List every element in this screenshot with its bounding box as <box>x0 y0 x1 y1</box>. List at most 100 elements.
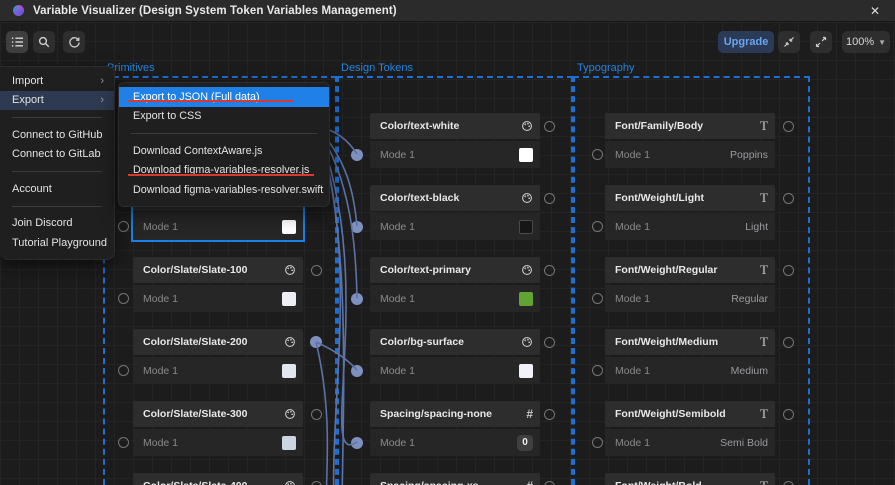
menu-item-download-figma-variables-resolver-swift[interactable]: Download figma-variables-resolver.swift <box>119 180 329 200</box>
caret-down-icon: ▼ <box>878 37 887 47</box>
mode-label: Mode 1 <box>143 436 179 449</box>
input-port[interactable] <box>351 148 363 161</box>
menu-item-join-discord[interactable]: Join Discord <box>0 214 114 234</box>
variable-card[interactable]: Font/Weight/Medium T Mode 1 Medium <box>605 329 775 384</box>
input-port[interactable] <box>591 221 603 232</box>
variable-card[interactable]: Font/Weight/Semibold T Mode 1 Semi Bold <box>605 401 775 456</box>
output-port[interactable] <box>310 408 322 420</box>
variable-card[interactable]: Color/Slate/Slate-100 Mode 1 <box>133 257 303 312</box>
output-port[interactable] <box>310 264 322 276</box>
color-swatch[interactable] <box>519 219 533 234</box>
search-button[interactable] <box>33 31 55 53</box>
card-header: Color/text-primary <box>370 257 540 283</box>
value-text: Semi Bold <box>720 436 768 449</box>
variable-card[interactable]: Color/Slate/Slate-400Mode 1 <box>133 473 303 485</box>
output-port[interactable] <box>782 192 794 204</box>
card-title: Color/Slate/Slate-100 <box>143 264 248 276</box>
menu-item-download-contextaware-js[interactable]: Download ContextAware.js <box>119 141 329 161</box>
output-port[interactable] <box>543 192 555 204</box>
variable-card[interactable]: Font/Weight/Light T Mode 1 Light <box>605 185 775 240</box>
mode-row: Mode 1 Poppins <box>605 141 775 168</box>
output-port[interactable] <box>310 336 322 348</box>
output-port[interactable] <box>782 264 794 276</box>
sync-button[interactable] <box>63 31 85 53</box>
input-port[interactable] <box>591 437 603 448</box>
menu-item-export[interactable]: Export › <box>0 90 114 110</box>
output-port[interactable] <box>543 336 555 348</box>
color-swatch[interactable] <box>282 435 296 450</box>
variable-card[interactable]: Font/Weight/BoldTMode 1 <box>605 473 775 485</box>
close-icon[interactable]: ✕ <box>867 3 883 19</box>
number-value-badge[interactable]: 0 <box>517 434 533 451</box>
card-title: Spacing/spacing-none <box>380 408 493 420</box>
input-port[interactable] <box>351 436 363 449</box>
output-port[interactable] <box>543 480 555 485</box>
text-type-icon: T <box>760 118 768 133</box>
output-port[interactable] <box>543 408 555 420</box>
variable-card[interactable]: Color/text-primary Mode 1 <box>370 257 540 312</box>
upgrade-button[interactable]: Upgrade <box>718 31 774 53</box>
zoom-to-fit-button[interactable] <box>778 31 800 53</box>
input-port[interactable] <box>117 221 129 232</box>
variable-card[interactable]: Spacing/spacing-xs#Mode 1 <box>370 473 540 485</box>
menu-button[interactable] <box>6 31 28 53</box>
mode-label: Mode 1 <box>380 148 416 161</box>
card-header: Font/Weight/Light T <box>605 185 775 211</box>
menu-item-tutorial-playground[interactable]: Tutorial Playground <box>0 233 114 253</box>
expand-icon <box>815 36 827 48</box>
palette-icon <box>284 264 296 276</box>
input-port[interactable] <box>351 292 363 305</box>
menu-item-export-to-css[interactable]: Export to CSS <box>119 107 329 127</box>
input-port[interactable] <box>591 293 603 304</box>
output-port[interactable] <box>782 480 794 485</box>
zoom-level-dropdown[interactable]: 100% ▼ <box>842 31 890 53</box>
menu-item-label: Connect to GitHub <box>12 128 103 141</box>
output-port[interactable] <box>782 120 794 132</box>
menu-item-connect-to-github[interactable]: Connect to GitHub <box>0 125 114 145</box>
output-port[interactable] <box>782 336 794 348</box>
menu-item-connect-to-gitlab[interactable]: Connect to GitLab <box>0 145 114 165</box>
output-port[interactable] <box>543 264 555 276</box>
card-title: Font/Family/Body <box>615 120 704 132</box>
color-swatch[interactable] <box>519 363 533 378</box>
color-swatch[interactable] <box>519 147 533 162</box>
output-port[interactable] <box>310 480 322 485</box>
input-port[interactable] <box>117 293 129 304</box>
card-header: Font/Weight/Bold T <box>605 473 775 485</box>
palette-icon <box>284 480 296 485</box>
card-header: Font/Weight/Regular T <box>605 257 775 283</box>
expand-button[interactable] <box>810 31 832 53</box>
input-port[interactable] <box>117 437 129 448</box>
input-port[interactable] <box>591 365 603 376</box>
output-port[interactable] <box>782 408 794 420</box>
color-swatch[interactable] <box>282 363 296 378</box>
upgrade-label: Upgrade <box>723 36 769 48</box>
variable-card[interactable]: Color/Slate/Slate-300 Mode 1 <box>133 401 303 456</box>
menu-item-label: Export to CSS <box>133 110 202 123</box>
variable-card[interactable]: Color/text-white Mode 1 <box>370 113 540 168</box>
menu-item-account[interactable]: Account <box>0 179 114 199</box>
variable-card[interactable]: Font/Weight/Regular T Mode 1 Regular <box>605 257 775 312</box>
input-port[interactable] <box>117 365 129 376</box>
color-swatch[interactable] <box>282 219 296 234</box>
color-swatch[interactable] <box>519 291 533 306</box>
variable-card[interactable]: Spacing/spacing-none # Mode 1 0 <box>370 401 540 456</box>
menu-item-import[interactable]: Import › <box>0 71 114 91</box>
menu-item-export-to-json-full-data[interactable]: Export to JSON (Full data) <box>119 87 329 107</box>
variable-card[interactable]: Color/bg-surface Mode 1 <box>370 329 540 384</box>
mode-row: Mode 1 Semi Bold <box>605 429 775 456</box>
variable-card[interactable]: Color/text-black Mode 1 <box>370 185 540 240</box>
variable-card[interactable]: Color/Slate/Slate-200 Mode 1 <box>133 329 303 384</box>
card-title: Font/Weight/Bold <box>615 480 754 485</box>
mode-row: Mode 1 <box>133 357 303 384</box>
output-port[interactable] <box>543 120 555 132</box>
collapse-icon <box>783 36 795 48</box>
input-port[interactable] <box>351 220 363 233</box>
variable-card[interactable]: Font/Family/Body T Mode 1 Poppins <box>605 113 775 168</box>
hash-icon: # <box>526 479 533 485</box>
input-port[interactable] <box>591 149 603 160</box>
menu-item-label: Join Discord <box>12 217 73 230</box>
menu-item-download-figma-variables-resolver-js[interactable]: Download figma-variables-resolver.js <box>119 161 329 181</box>
input-port[interactable] <box>351 364 363 377</box>
color-swatch[interactable] <box>282 291 296 306</box>
